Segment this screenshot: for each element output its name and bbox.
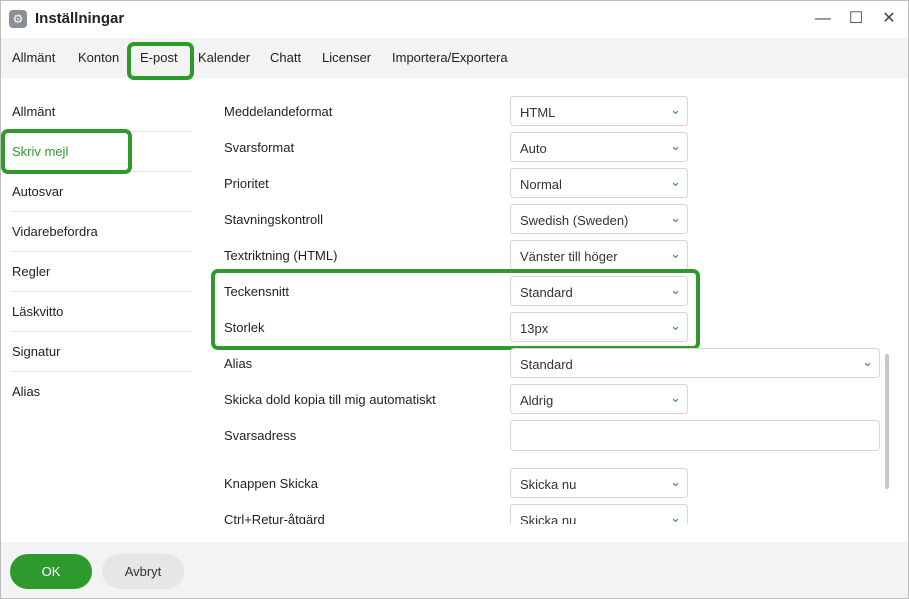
tab-bar: Allmänt Konton E-post Kalender Chatt Lic… xyxy=(1,38,908,78)
ctrl-enter-label: Ctrl+Retur-åtgärd xyxy=(224,512,325,524)
settings-window: ⚙ Inställningar — ☐ ✕ Allmänt Konton E-p… xyxy=(0,0,909,599)
sidebar-divider xyxy=(12,171,192,172)
sidebar-item-autosvar[interactable]: Autosvar xyxy=(12,184,63,199)
sidebar-item-allmant[interactable]: Allmänt xyxy=(12,104,55,119)
alias-label: Alias xyxy=(224,356,253,371)
sidebar-item-alias[interactable]: Alias xyxy=(12,384,40,399)
send-button-label: Knappen Skicka xyxy=(224,476,318,491)
chevron-down-icon: ⌄ xyxy=(670,318,681,333)
tab-allmant[interactable]: Allmänt xyxy=(12,50,55,65)
sidebar-item-regler[interactable]: Regler xyxy=(12,264,50,279)
sidebar-item-vidarebefordra[interactable]: Vidarebefordra xyxy=(12,224,98,239)
chevron-down-icon: ⌄ xyxy=(670,282,681,297)
title-bar: ⚙ Inställningar — ☐ ✕ xyxy=(1,1,908,38)
sidebar-divider xyxy=(12,291,192,292)
reply-format-value: Auto xyxy=(520,141,547,156)
footer: OK Avbryt xyxy=(1,542,908,598)
ok-button[interactable]: OK xyxy=(10,554,92,589)
ctrl-enter-select[interactable]: Skicka nu ⌄ xyxy=(510,504,688,524)
send-button-value: Skicka nu xyxy=(520,477,577,492)
spellcheck-select[interactable]: Swedish (Sweden) ⌄ xyxy=(510,204,688,234)
chevron-down-icon: ⌄ xyxy=(670,102,681,117)
font-select[interactable]: Standard ⌄ xyxy=(510,276,688,306)
chevron-down-icon: ⌄ xyxy=(670,138,681,153)
sidebar-divider xyxy=(12,331,192,332)
spellcheck-value: Swedish (Sweden) xyxy=(520,213,629,228)
size-value: 13px xyxy=(520,321,549,336)
chevron-down-icon: ⌄ xyxy=(670,390,681,405)
sidebar-item-skriv-mejl[interactable]: Skriv mejl xyxy=(12,144,68,159)
reply-format-select[interactable]: Auto ⌄ xyxy=(510,132,688,162)
auto-bcc-value: Aldrig xyxy=(520,393,554,408)
gear-icon: ⚙ xyxy=(9,10,27,28)
message-format-value: HTML xyxy=(520,105,556,120)
send-button-select[interactable]: Skicka nu ⌄ xyxy=(510,468,688,498)
message-format-label: Meddelandeformat xyxy=(224,104,333,119)
reply-address-input[interactable] xyxy=(510,420,880,451)
window-title: Inställningar xyxy=(35,10,125,27)
sidebar-divider xyxy=(12,371,192,372)
chevron-down-icon: ⌄ xyxy=(670,174,681,189)
chevron-down-icon: ⌄ xyxy=(670,210,681,225)
auto-bcc-select[interactable]: Aldrig ⌄ xyxy=(510,384,688,414)
priority-label: Prioritet xyxy=(224,176,269,191)
reply-address-label: Svarsadress xyxy=(224,428,297,443)
chevron-down-icon: ⌄ xyxy=(670,474,681,489)
scrollbar[interactable] xyxy=(885,354,889,489)
ctrl-enter-value: Skicka nu xyxy=(520,513,577,524)
text-direction-label: Textriktning (HTML) xyxy=(224,248,338,263)
text-direction-value: Vänster till höger xyxy=(520,249,618,264)
tab-konton[interactable]: Konton xyxy=(78,50,119,65)
sidebar-item-laskvitto[interactable]: Läskvitto xyxy=(12,304,63,319)
font-value: Standard xyxy=(520,285,573,300)
size-select[interactable]: 13px ⌄ xyxy=(510,312,688,342)
spellcheck-label: Stavningskontroll xyxy=(224,212,323,227)
sidebar-divider xyxy=(12,251,192,252)
tab-licenser[interactable]: Licenser xyxy=(322,50,371,65)
chevron-down-icon: ⌄ xyxy=(670,510,681,524)
text-direction-select[interactable]: Vänster till höger ⌄ xyxy=(510,240,688,270)
tab-kalender[interactable]: Kalender xyxy=(198,50,250,65)
chevron-down-icon: ⌄ xyxy=(862,354,873,369)
tab-chatt[interactable]: Chatt xyxy=(270,50,301,65)
alias-select[interactable]: Standard ⌄ xyxy=(510,348,880,378)
sidebar-divider xyxy=(12,211,192,212)
minimize-button[interactable]: — xyxy=(810,7,836,31)
reply-format-label: Svarsformat xyxy=(224,140,295,155)
priority-value: Normal xyxy=(520,177,562,192)
sidebar-divider xyxy=(12,131,192,132)
close-button[interactable]: ✕ xyxy=(876,7,902,31)
chevron-down-icon: ⌄ xyxy=(670,246,681,261)
priority-select[interactable]: Normal ⌄ xyxy=(510,168,688,198)
tab-e-post[interactable]: E-post xyxy=(140,50,178,65)
message-format-select[interactable]: HTML ⌄ xyxy=(510,96,688,126)
alias-value: Standard xyxy=(520,357,573,372)
font-label: Teckensnitt xyxy=(224,284,290,299)
tab-importera-exportera[interactable]: Importera/Exportera xyxy=(392,50,508,65)
clipped-row: Ctrl+Retur-åtgärd Skicka nu ⌄ xyxy=(201,504,901,524)
maximize-button[interactable]: ☐ xyxy=(843,7,869,31)
auto-bcc-label: Skicka dold kopia till mig automatiskt xyxy=(224,392,436,407)
cancel-button[interactable]: Avbryt xyxy=(102,554,184,589)
size-label: Storlek xyxy=(224,320,265,335)
sidebar-item-signatur[interactable]: Signatur xyxy=(12,344,60,359)
